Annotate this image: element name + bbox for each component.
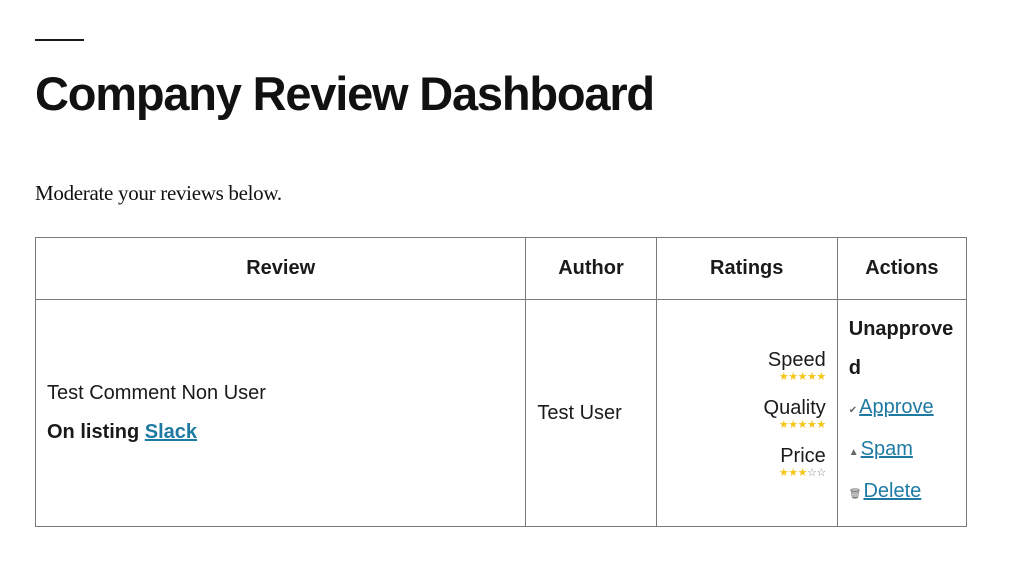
rating-price: Price ★★★☆☆ [668,444,826,479]
rating-quality: Quality ★★★★★ [668,396,827,431]
review-comment: Test Comment Non User [47,382,266,404]
check-icon: ✔ [848,405,858,416]
title-decoration-rule [35,39,84,41]
star-filled-icon: ★ [778,371,789,383]
listing-prefix: On listing [47,421,140,443]
delete-link[interactable]: 🗑 Delete [849,472,955,514]
approve-label: Approve [859,396,934,418]
table-row: Test Comment Non User On listing Slack T… [34,299,968,527]
listing-link[interactable]: Slack [145,421,197,443]
column-header-ratings: Ratings [655,237,838,300]
reviews-table: Review Author Ratings Actions Test Comme… [34,237,968,527]
star-rating-icon: ★★★☆☆ [668,467,826,479]
spam-link[interactable]: ▲ Spam [849,430,955,472]
star-filled-icon: ★ [788,419,798,431]
star-empty-icon: ☆ [816,467,826,479]
star-rating-icon: ★★★★★ [668,419,826,431]
page-title: Company Review Dashboard [35,67,655,120]
star-rating-icon: ★★★★★ [668,371,826,383]
page-intro: Moderate your reviews below. [35,181,282,205]
star-filled-icon: ★ [788,467,798,479]
rating-label: Speed [767,349,826,371]
star-filled-icon: ★ [797,467,808,479]
column-header-actions: Actions [836,237,968,300]
rating-speed: Speed ★★★★★ [668,348,826,383]
star-filled-icon: ★ [816,419,826,431]
rating-label: Quality [763,397,826,419]
spam-label: Spam [860,438,913,460]
actions-cell: Unapproved ✔ Approve ▲ Spam 🗑 Delete [836,299,968,527]
delete-label: Delete [863,480,922,502]
review-status: Unapproved [848,318,954,379]
approve-link[interactable]: ✔ Approve [849,388,955,430]
review-cell: Test Comment Non User On listing Slack [34,299,527,527]
star-filled-icon: ★ [797,371,808,383]
star-filled-icon: ★ [807,371,817,383]
author-cell: Test User [525,299,657,527]
star-empty-icon: ☆ [807,467,817,479]
review-author: Test User [537,401,622,424]
column-header-review: Review [34,237,527,300]
ratings-cell: Speed ★★★★★ Quality ★★★★★ Price ★★★☆☆ [655,299,838,527]
trash-icon: 🗑 [848,489,862,500]
star-filled-icon: ★ [797,419,808,431]
warning-icon: ▲ [848,447,859,458]
table-header-row: Review Author Ratings Actions [34,237,968,300]
star-filled-icon: ★ [778,419,789,431]
column-header-author: Author [525,237,657,300]
rating-label: Price [780,445,826,467]
star-filled-icon: ★ [816,371,826,383]
star-filled-icon: ★ [788,371,798,383]
star-filled-icon: ★ [807,419,817,431]
review-listing: On listing Slack [47,413,514,452]
star-filled-icon: ★ [778,467,789,479]
